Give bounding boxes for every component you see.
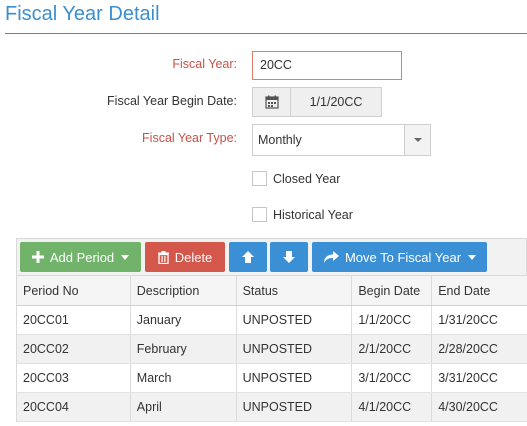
column-header-status[interactable]: Status [237,276,353,305]
column-header-end-date[interactable]: End Date [432,276,527,305]
delete-button[interactable]: Delete [145,242,225,272]
title-divider [5,33,527,34]
fiscal-year-type-select[interactable]: Monthly [252,124,431,156]
period-no-cell: 20CC01 [17,306,131,334]
end-date-cell: 2/28/20CC [438,342,498,356]
historical-year-label: Historical Year [273,207,353,222]
fiscal-year-type-value: Monthly [258,133,302,147]
grid-toolbar: Add Period Delete Move To Fiscal Year [16,238,527,275]
grid-header-row: Period No Description Status Begin Date … [17,275,527,306]
move-down-button[interactable] [270,242,308,272]
closed-year-box[interactable] [252,171,267,186]
description-cell: March [131,364,237,392]
move-to-fiscal-year-label: Move To Fiscal Year [344,249,462,265]
status-cell: UNPOSTED [237,393,353,421]
add-period-button[interactable]: Add Period [20,242,141,272]
end-date-cell: 1/31/20CC [438,313,498,327]
page-title: Fiscal Year Detail [5,3,160,25]
begin-date-cell: 1/1/20CC [352,306,433,334]
move-up-button[interactable] [229,242,267,272]
period-no-cell: 20CC03 [17,364,131,392]
fiscal-year-input[interactable]: 20CC [252,51,402,80]
begin-date-cell: 2/1/20CC [352,335,433,363]
period-no-cell: 20CC02 [17,335,131,363]
description-cell: February [131,335,237,363]
fiscal-year-type-label: Fiscal Year Type: [142,131,237,145]
description-cell: January [131,306,237,334]
add-period-label: Add Period [49,249,115,265]
arrow-up-icon [242,251,254,263]
share-arrow-icon [323,250,339,264]
periods-grid: Period No Description Status Begin Date … [16,275,527,422]
arrow-down-icon [283,251,295,263]
plus-icon [31,251,44,263]
period-no-cell: 20CC04 [17,393,131,421]
begin-date-cell: 3/1/20CC [352,364,433,392]
table-row[interactable]: 20CC02 February UNPOSTED 2/1/20CC 2/28/2… [17,335,527,364]
end-date-cell: 3/31/20CC [438,371,498,385]
end-date-cell: 4/30/20CC [438,400,498,414]
table-row[interactable]: 20CC03 March UNPOSTED 3/1/20CC 3/31/20CC [17,364,527,393]
fiscal-year-label: Fiscal Year: [172,57,237,71]
description-cell: April [131,393,237,421]
table-row[interactable]: 20CC04 April UNPOSTED 4/1/20CC 4/30/20CC [17,393,527,422]
delete-label: Delete [174,249,213,265]
chevron-down-icon [413,138,422,142]
column-header-description[interactable]: Description [131,276,237,305]
closed-year-label: Closed Year [273,171,341,186]
caret-down-icon [468,254,477,260]
table-row[interactable]: 20CC01 January UNPOSTED 1/1/20CC 1/31/20… [17,306,527,335]
dropdown-toggle[interactable] [404,125,430,155]
status-cell: UNPOSTED [237,306,353,334]
status-cell: UNPOSTED [237,335,353,363]
caret-down-icon [121,254,130,260]
begin-date-value: 1/1/20CC [309,95,363,109]
column-header-period-no[interactable]: Period No [17,276,131,305]
column-header-begin-date[interactable]: Begin Date [352,276,433,305]
historical-year-checkbox[interactable]: Historical Year [252,207,353,222]
begin-date-label: Fiscal Year Begin Date: [107,94,237,108]
status-cell: UNPOSTED [237,364,353,392]
begin-date-cell: 4/1/20CC [352,393,433,421]
calendar-icon [264,95,279,109]
move-to-fiscal-year-button[interactable]: Move To Fiscal Year [312,242,487,272]
trash-icon [157,250,169,264]
begin-date-picker[interactable]: 1/1/20CC [252,87,382,117]
calendar-button[interactable] [253,88,291,116]
closed-year-checkbox[interactable]: Closed Year [252,171,340,186]
historical-year-box[interactable] [252,207,267,222]
